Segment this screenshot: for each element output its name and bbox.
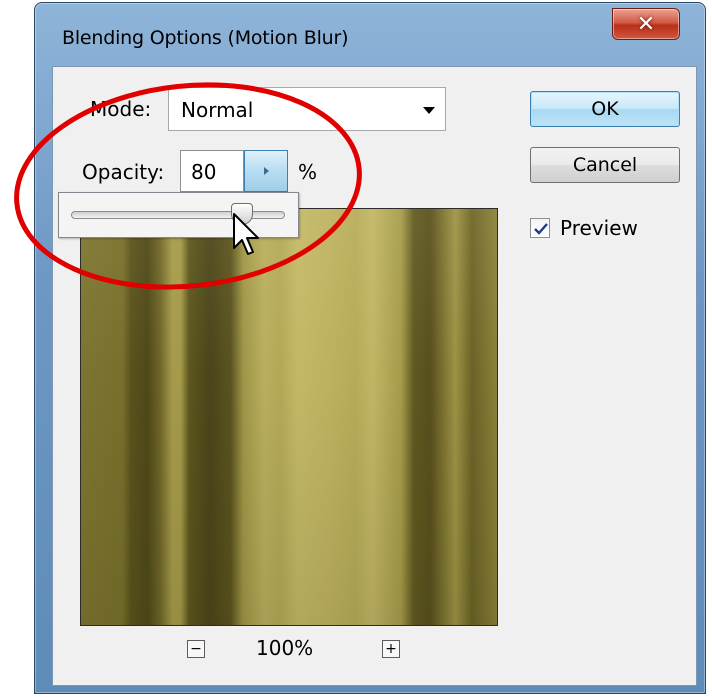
plus-icon: + — [385, 641, 397, 657]
mode-select[interactable]: Normal — [168, 87, 446, 131]
ok-button[interactable]: OK — [530, 91, 680, 127]
checkmark-icon — [534, 223, 548, 235]
triangle-right-icon — [263, 167, 269, 175]
minus-icon: − — [190, 641, 202, 657]
opacity-label: Opacity: — [82, 160, 165, 184]
close-icon: ✕ — [636, 11, 656, 37]
preview-image — [80, 208, 498, 626]
close-button[interactable]: ✕ — [612, 8, 680, 40]
chevron-down-icon — [423, 107, 435, 114]
cancel-button[interactable]: Cancel — [530, 147, 680, 183]
mode-select-value: Normal — [181, 98, 254, 122]
preview-label: Preview — [560, 216, 638, 240]
opacity-field-value: 80 — [191, 160, 217, 184]
preview-checkbox[interactable] — [530, 218, 550, 238]
zoom-out-button[interactable]: − — [187, 640, 205, 658]
opacity-slider-popup — [58, 192, 299, 238]
zoom-level: 100% — [256, 636, 314, 660]
opacity-unit: % — [298, 160, 318, 184]
zoom-in-button[interactable]: + — [382, 640, 400, 658]
window-title: Blending Options (Motion Blur) — [62, 27, 349, 49]
mouse-cursor-icon — [233, 213, 259, 255]
opacity-slider-toggle-button[interactable] — [244, 150, 288, 192]
mode-label: Mode: — [90, 97, 152, 121]
opacity-field[interactable]: 80 — [180, 150, 244, 192]
